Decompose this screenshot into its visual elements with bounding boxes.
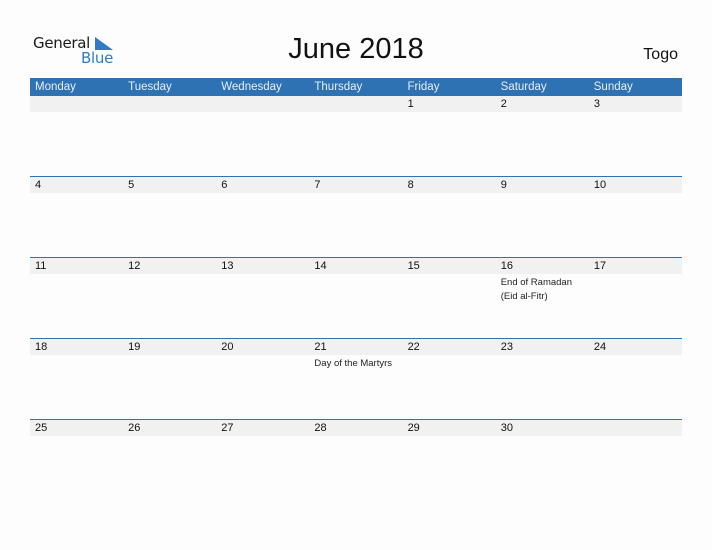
day-number: 30 (500, 422, 513, 434)
weekday-friday: Friday (407, 81, 440, 93)
day-cell: 2 (496, 96, 589, 177)
day-number: 8 (407, 179, 414, 191)
day-cell: 9 (496, 177, 589, 258)
day-number: 24 (593, 341, 607, 353)
weekday-saturday: Saturday (500, 81, 547, 93)
day-cell: 5 (123, 177, 216, 258)
day-cell: 6 (216, 177, 309, 258)
day-cell: 23 (496, 339, 589, 420)
day-number: 12 (128, 260, 141, 272)
week-row: 25 26 27 28 29 30 (30, 419, 682, 501)
day-number: 23 (500, 341, 513, 353)
day-number: 16 (500, 260, 513, 272)
day-number: 15 (407, 260, 420, 272)
day-cell: 10 (589, 177, 682, 258)
day-number: 6 (221, 179, 228, 191)
day-number: 7 (314, 179, 321, 191)
day-cell: 11 (30, 258, 123, 339)
day-number: 4 (35, 179, 42, 191)
day-cell (30, 96, 123, 177)
day-cell (309, 96, 402, 177)
weekday-monday: Monday (35, 81, 76, 93)
day-cell (589, 420, 682, 501)
day-cell: 3 (589, 96, 682, 177)
day-cell: 18 (30, 339, 123, 420)
day-cell: 21 Day of the Martyrs (309, 339, 402, 420)
day-cell: 20 (216, 339, 309, 420)
day-cell: 14 (309, 258, 402, 339)
day-cell: 26 (123, 420, 216, 501)
day-cell: 4 (30, 177, 123, 258)
day-number: 28 (314, 422, 327, 434)
weekday-sunday: Sunday (593, 81, 633, 93)
day-cell: 25 (30, 420, 123, 501)
day-cell (123, 96, 216, 177)
day-cell: 8 (403, 177, 496, 258)
day-number: 9 (500, 179, 507, 191)
week-row: 1 2 3 (30, 96, 682, 177)
day-number: 13 (221, 260, 234, 272)
day-cell: 12 (123, 258, 216, 339)
weekday-header: Monday Tuesday Wednesday Thursday Friday… (30, 78, 682, 96)
day-cell: 30 (496, 420, 589, 501)
day-number: 17 (593, 260, 607, 272)
day-number: 10 (593, 179, 607, 191)
week-row: 18 19 20 21 Day of the Martyrs 22 23 24 (30, 338, 682, 420)
day-number: 14 (314, 260, 327, 272)
day-cell: 24 (589, 339, 682, 420)
day-cell: 7 (309, 177, 402, 258)
day-cell: 1 (403, 96, 496, 177)
day-cell: 22 (403, 339, 496, 420)
day-cell: 27 (216, 420, 309, 501)
weekday-thursday: Thursday (314, 81, 363, 93)
day-number: 11 (35, 260, 47, 272)
day-number: 18 (35, 341, 48, 353)
day-number: 26 (128, 422, 141, 434)
day-cell: 29 (403, 420, 496, 501)
day-cell: 28 (309, 420, 402, 501)
day-cell: 15 (403, 258, 496, 339)
day-number: 27 (221, 422, 234, 434)
day-number: 5 (128, 179, 135, 191)
day-number: 1 (407, 98, 414, 110)
weekday-wednesday: Wednesday (221, 81, 282, 93)
day-number: 3 (593, 98, 600, 110)
day-cell (216, 96, 309, 177)
day-cell: 17 (589, 258, 682, 339)
day-cell: 13 (216, 258, 309, 339)
week-row: 11 12 13 14 15 16 End of Ramadan (Eid al-Fitr)… (30, 257, 682, 339)
day-cell: 19 (123, 339, 216, 420)
holiday-label: Day of the Martyrs (314, 358, 393, 369)
holiday-label: End of Ramadan (Eid al-Fitr) (500, 277, 572, 302)
day-number: 22 (407, 341, 420, 353)
day-number: 25 (35, 422, 48, 434)
day-number: 20 (221, 341, 234, 353)
week-row: 4 5 6 7 8 9 10 (30, 176, 682, 258)
day-number: 19 (128, 341, 141, 353)
country-label: Togo (643, 46, 678, 63)
weekday-tuesday: Tuesday (128, 81, 172, 93)
day-number: 21 (314, 341, 327, 353)
day-number: 2 (500, 98, 507, 110)
day-cell: 16 End of Ramadan (Eid al-Fitr) (496, 258, 589, 339)
day-number: 29 (407, 422, 420, 434)
calendar-title: June 2018 (288, 33, 424, 65)
